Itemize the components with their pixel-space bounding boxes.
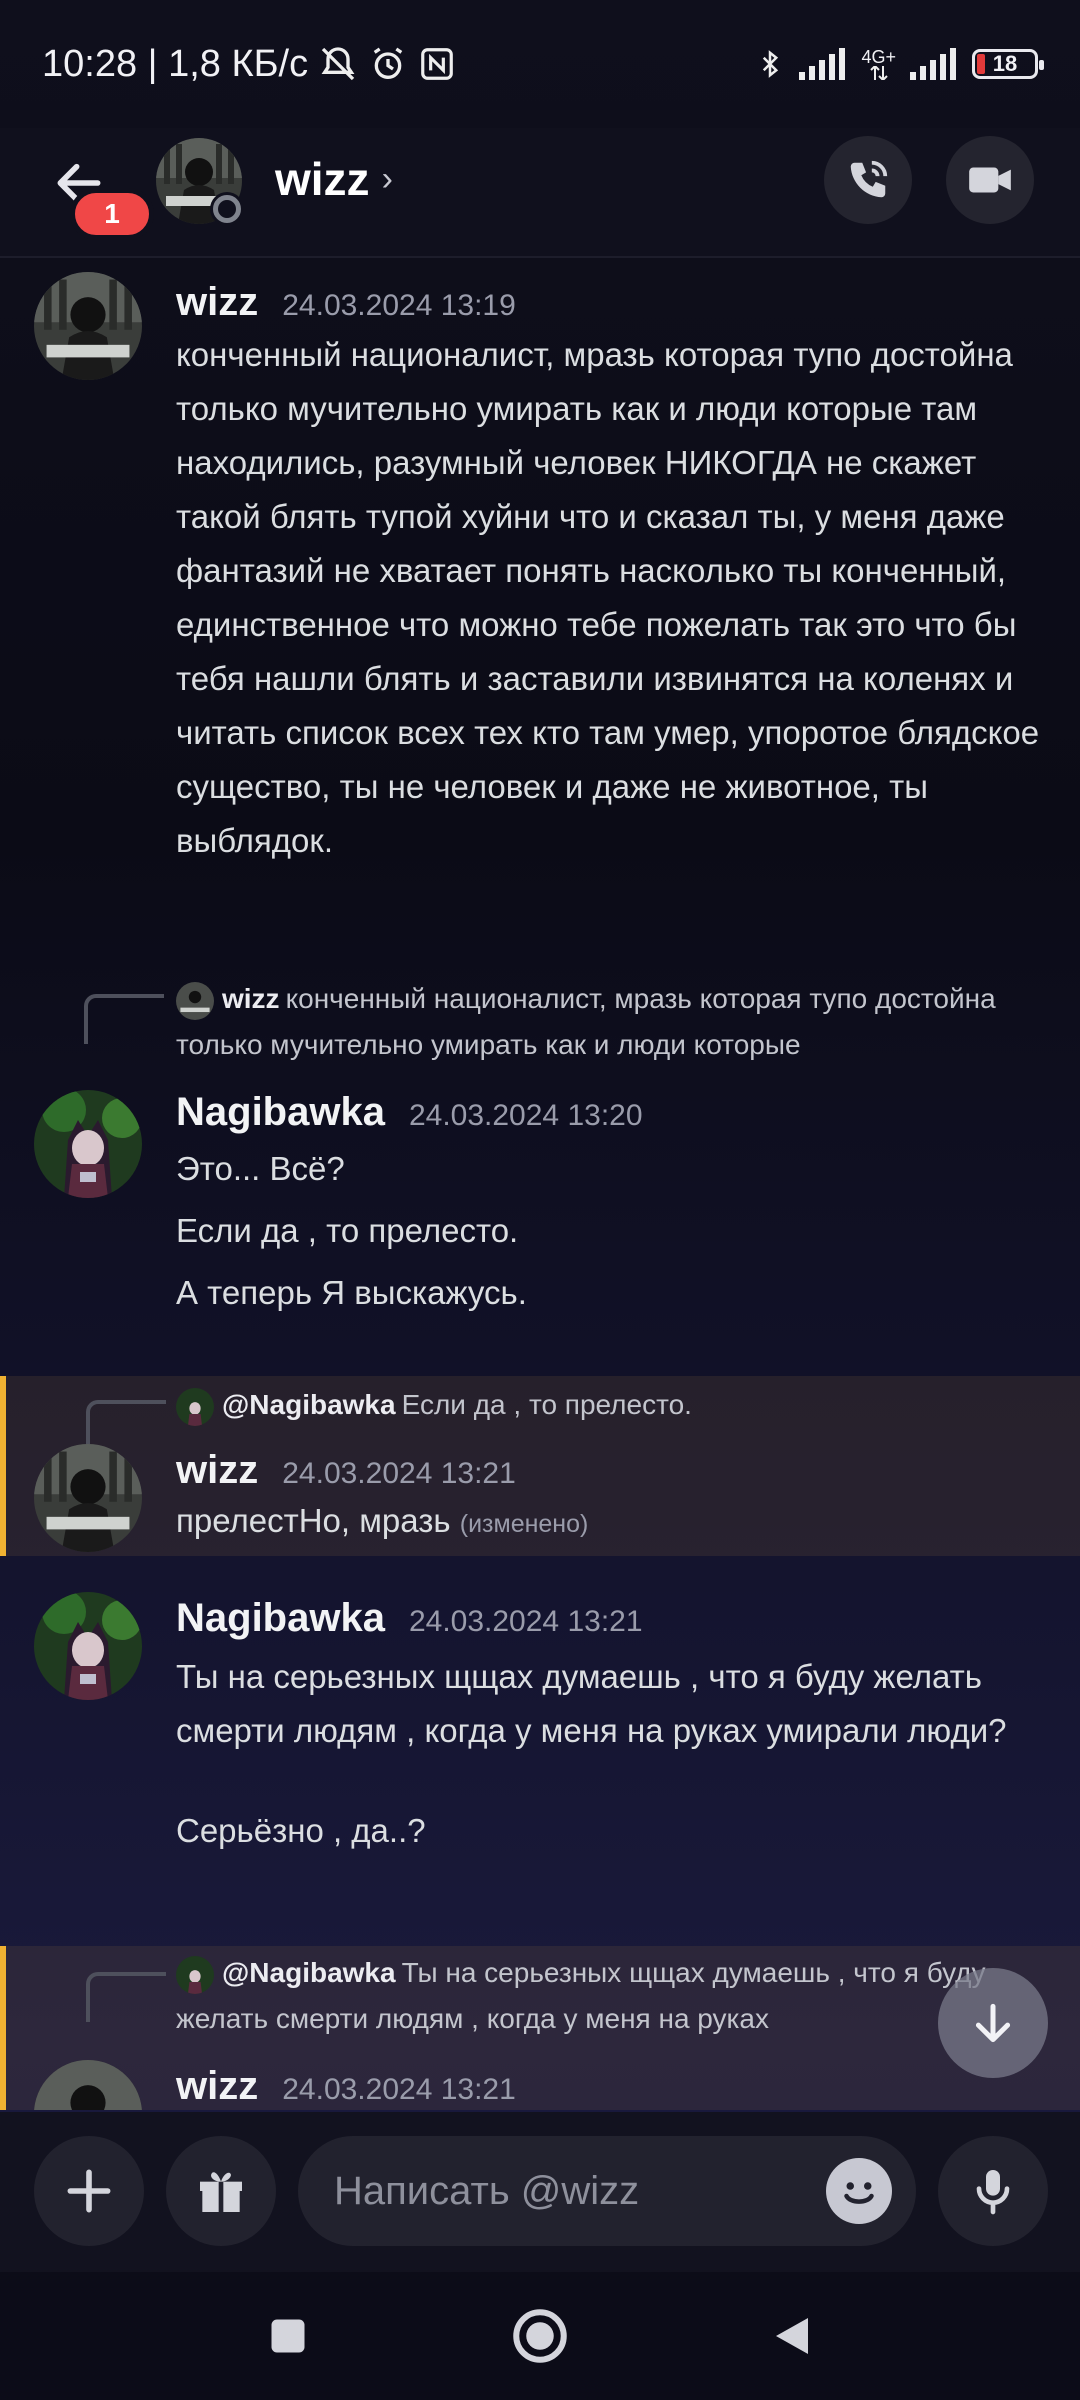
alarm-icon [368, 44, 408, 84]
square-icon [271, 2319, 305, 2353]
message-input-placeholder: Написать @wizz [334, 2168, 640, 2213]
bell-off-icon [318, 44, 358, 84]
message-line: А теперь Я выскажусь. [176, 1274, 527, 1311]
message-meta: wizz 24.03.2024 13:21 [176, 1448, 516, 1493]
timestamp: 24.03.2024 13:21 [408, 1605, 643, 1638]
unread-badge: 1 [70, 188, 154, 240]
message-item: wizz 24.03.2024 13:19 конченный национал… [0, 260, 1080, 940]
network-label: 4G+ [861, 47, 896, 67]
chat-header: 1 wizz › [0, 128, 1080, 258]
signal-icon [799, 48, 847, 80]
message-item: Nagibawka 24.03.2024 13:21 Ты на серьезн… [0, 1576, 1080, 1876]
author-avatar[interactable] [34, 1592, 142, 1700]
message-item-mention: @Nagibawka Ты на серьезных щщах думаешь ,… [0, 1946, 1080, 2110]
author-name[interactable]: wizz [176, 1448, 258, 1493]
arrow-down-icon [975, 2003, 1011, 2043]
recents-button[interactable] [252, 2300, 324, 2372]
reply-connector [84, 994, 164, 1044]
battery-indicator: 18 [972, 49, 1044, 79]
author-avatar[interactable] [34, 272, 142, 380]
network-type: 4G+ [861, 48, 896, 80]
system-back-button[interactable] [756, 2300, 828, 2372]
timestamp: 24.03.2024 13:19 [282, 289, 516, 322]
presence-indicator [210, 192, 244, 226]
scroll-to-bottom-button[interactable] [938, 1968, 1048, 2078]
reply-avatar [176, 1387, 214, 1426]
plus-icon [67, 2169, 111, 2213]
message-list[interactable]: wizz 24.03.2024 13:19 конченный национал… [0, 260, 1080, 2110]
author-avatar[interactable] [34, 1444, 142, 1552]
microphone-icon [976, 2170, 1010, 2215]
message-line: Если да , то прелесто. [176, 1212, 519, 1249]
video-camera-icon [969, 167, 1011, 193]
reply-avatar [176, 1955, 214, 1994]
triangle-back-icon [776, 2318, 808, 2354]
timestamp: 24.03.2024 13:21 [282, 2073, 516, 2106]
emoji-button[interactable] [826, 2158, 892, 2224]
gift-button[interactable] [166, 2136, 276, 2246]
edited-label: (изменено) [459, 1510, 589, 1538]
battery-level: 18 [992, 51, 1018, 76]
message-meta: wizz 24.03.2024 13:19 [176, 280, 516, 325]
author-name[interactable]: wizz [176, 2064, 258, 2109]
message-meta: Nagibawka 24.03.2024 13:20 [176, 1090, 643, 1135]
message-meta: wizz 24.03.2024 13:21 [176, 2064, 516, 2109]
message-line: Серьёзно , да..? [176, 1812, 426, 1849]
video-call-button[interactable] [946, 136, 1034, 224]
message-line: прелестНо, мразь (изменено) [176, 1502, 588, 1540]
nfc-icon [418, 45, 456, 83]
message-text: прелестНо, мразь [176, 1502, 451, 1539]
emoji-icon [834, 2166, 884, 2216]
reply-connector [86, 1400, 166, 1450]
reply-preview[interactable]: @Nagibawka Ты на серьезных щщах думаешь ,… [176, 1950, 986, 2042]
status-bar: 10:28 | 1,8 КБ/с 4G+ 18 [0, 0, 1080, 128]
voice-message-button[interactable] [938, 2136, 1048, 2246]
system-navigation-bar [0, 2272, 1080, 2400]
message-text: конченный националист, мразь которая туп… [176, 336, 1040, 859]
author-name[interactable]: Nagibawka [176, 1090, 385, 1135]
timestamp: 24.03.2024 13:21 [282, 1457, 516, 1490]
reply-connector [86, 1972, 166, 2022]
signal-icon-2 [910, 48, 958, 80]
bluetooth-icon [755, 44, 785, 84]
reply-text: конченный националист, мразь которая туп… [176, 983, 996, 1060]
reply-author: @Nagibawka [222, 1957, 396, 1988]
status-right: 4G+ 18 [755, 44, 1044, 84]
message-input[interactable]: Написать @wizz [298, 2136, 916, 2246]
chevron-right-icon: › [381, 159, 393, 198]
phone-call-icon [850, 160, 888, 198]
author-name[interactable]: Nagibawka [176, 1596, 385, 1641]
message-composer: Написать @wizz [0, 2112, 1080, 2272]
status-time-speed: 10:28 | 1,8 КБ/с [42, 42, 309, 85]
reply-author: @Nagibawka [222, 1389, 396, 1420]
message-meta: Nagibawka 24.03.2024 13:21 [176, 1596, 643, 1641]
timestamp: 24.03.2024 13:20 [408, 1099, 643, 1132]
reply-text: Если да , то прелесто. [401, 1389, 692, 1420]
attach-button[interactable] [34, 2136, 144, 2246]
author-name[interactable]: wizz [176, 280, 258, 325]
reply-preview[interactable]: @Nagibawka Если да , то прелесто. [176, 1382, 1046, 1428]
reply-preview[interactable]: wizz конченный националист, мразь которая… [176, 976, 1046, 1068]
author-avatar[interactable] [34, 1090, 142, 1198]
author-avatar[interactable] [34, 2060, 142, 2110]
contact-name: wizz [275, 153, 370, 205]
message-line: Это... Всё? [176, 1150, 345, 1187]
gift-icon [200, 2172, 242, 2212]
message-text: Ты на серьезных щщах думаешь , что я буд… [176, 1658, 1007, 1749]
contact-name-button[interactable]: wizz › [275, 152, 393, 206]
circle-home-icon [513, 2309, 567, 2363]
voice-call-button[interactable] [824, 136, 912, 224]
home-button[interactable] [504, 2300, 576, 2372]
reply-author: wizz [222, 983, 280, 1014]
reply-avatar [176, 981, 214, 1020]
status-left: 10:28 | 1,8 КБ/с [42, 43, 456, 86]
message-item-mention: @Nagibawka Если да , то прелесто. wizz 24… [0, 1376, 1080, 1556]
